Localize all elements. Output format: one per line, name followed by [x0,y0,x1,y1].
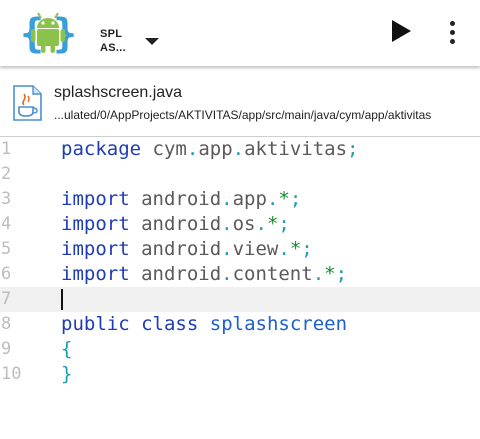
line-code: import android.app.*; [61,187,301,212]
line-number: 1 [1,139,12,159]
code-editor[interactable]: 1 package cym.app.aktivitas; 2 3 import andr… [0,137,480,439]
file-name: splashscreen.java [54,84,183,101]
file-tab[interactable]: splashscreen.java ...ulated/0/AppProject… [0,70,480,137]
code-token: . [266,188,279,210]
line-number: 5 [1,239,12,259]
code-token: import [61,263,130,285]
code-line[interactable]: 8 public class splashscreen [0,312,480,337]
code-token: app [232,188,267,210]
line-number: 7 [1,289,12,309]
line-number: 8 [1,314,12,334]
code-token: ; [289,188,302,210]
code-token: . [186,138,199,160]
code-line[interactable]: 5 import android.view.*; [0,237,480,262]
code-token: class [141,313,199,335]
code-token: android [129,213,222,235]
code-token: . [255,213,267,235]
code-token: app [198,138,233,160]
file-path: ...ulated/0/AppProjects/AKTIVITAS/app/sr… [54,108,432,122]
java-file-icon [12,85,42,121]
code-token: * [278,188,290,210]
line-code: import android.view.*; [61,237,313,262]
code-token: * [289,238,302,260]
play-icon [392,20,411,42]
code-token: import [61,213,130,235]
code-token: { [61,338,73,360]
code-token: android [129,188,222,210]
app-toolbar: { } SPL AS... [0,0,480,66]
code-token: . [278,238,290,260]
code-line[interactable]: 2 [0,162,480,187]
code-token: android [129,263,222,285]
line-code: } [61,362,72,387]
code-token: view [232,238,279,260]
project-name-line2: AS... [100,42,126,54]
overflow-menu-button[interactable] [438,15,466,49]
code-token: import [61,238,130,260]
code-token: import [61,188,130,210]
code-token: content [232,263,313,285]
code-token: os [232,213,256,235]
line-number: 10 [1,364,22,384]
code-token: . [221,188,233,210]
line-code: import android.os.*; [61,212,290,237]
code-token: * [324,263,336,285]
code-token: ; [347,138,359,160]
line-code: import android.content.*; [61,262,347,287]
line-number: 9 [1,339,12,359]
code-line[interactable]: 10} [0,362,480,387]
code-token: package [61,138,142,160]
code-token: ; [301,238,313,260]
code-token: cym [152,138,187,160]
project-name-line1: SPL [100,28,123,40]
code-line[interactable]: 9{ [0,337,480,362]
code-line[interactable]: 1 package cym.app.aktivitas; [0,137,480,162]
code-line[interactable]: 3 import android.app.*; [0,187,480,212]
code-token: android [129,238,222,260]
code-token: public [61,313,130,335]
code-token: ; [335,263,348,285]
code-token: ; [278,213,290,235]
code-token: aktivitas [244,138,348,160]
run-button[interactable] [384,15,418,49]
code-token: } [61,363,73,385]
line-number: 4 [1,214,12,234]
code-token: . [221,263,233,285]
android-logo-icon[interactable]: { } [20,7,77,59]
code-line[interactable]: 6 import android.content.*; [0,262,480,287]
code-token: * [266,213,279,235]
line-number: 3 [1,189,12,209]
chevron-down-icon[interactable] [145,38,159,45]
code-line[interactable]: 4 import android.os.*; [0,212,480,237]
code-token: . [232,138,245,160]
line-number: 2 [1,164,12,184]
line-code: package cym.app.aktivitas; [61,137,359,162]
code-token: splashscreen [209,313,348,335]
code-token: . [221,213,233,235]
code-line[interactable]: 7 [0,287,480,312]
text-cursor [61,289,63,310]
line-code: { [61,337,72,362]
line-number: 6 [1,264,12,284]
project-name: SPL AS... [100,27,126,55]
code-token: . [312,263,325,285]
line-code: public class splashscreen [61,312,347,337]
code-token: . [221,238,233,260]
